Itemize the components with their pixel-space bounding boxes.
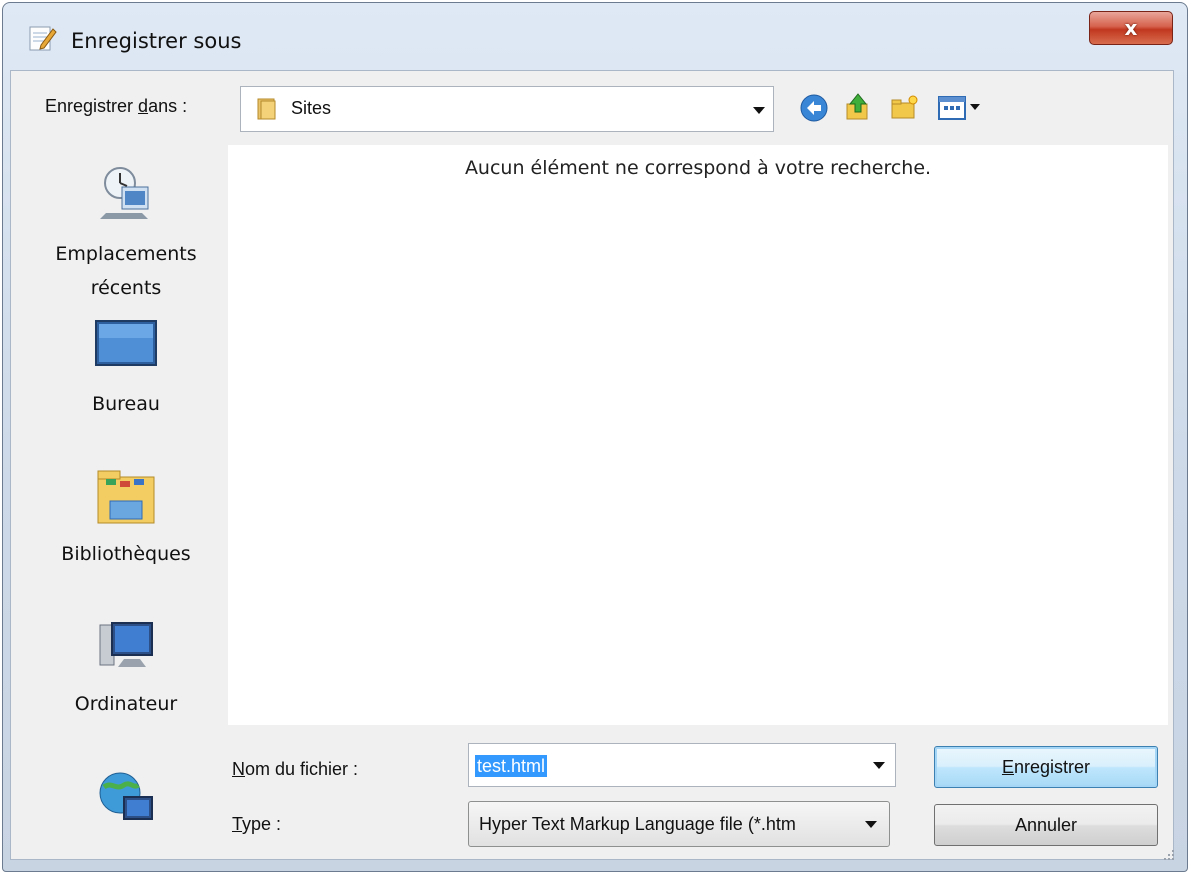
desktop-icon — [95, 320, 157, 366]
place-desktop[interactable]: Bureau — [38, 315, 214, 421]
filename-input[interactable]: test.html — [468, 743, 896, 787]
place-label: Ordinateur — [74, 693, 178, 715]
chevron-down-icon[interactable] — [873, 762, 885, 769]
place-recent[interactable]: Emplacements récents — [38, 161, 214, 305]
recent-places-icon — [100, 167, 149, 219]
location-value: Sites — [291, 98, 332, 118]
title-bar[interactable]: Enregistrer sous x — [3, 3, 1187, 75]
file-type-select[interactable]: Hyper Text Markup Language file (*.htm — [468, 801, 890, 847]
resize-grip-icon[interactable] — [1162, 848, 1176, 862]
save-in-label: Enregistrer dans : — [45, 96, 188, 116]
cancel-button-label: Annuler — [1014, 814, 1078, 835]
location-combo[interactable]: Sites — [240, 86, 774, 132]
save-button[interactable]: Enregistrer — [934, 746, 1158, 788]
notepad-icon — [29, 26, 57, 51]
place-label: récents — [90, 277, 162, 299]
empty-message: Aucun élément ne correspond à votre rech… — [464, 157, 932, 179]
new-folder-icon[interactable] — [888, 92, 920, 124]
chevron-down-icon[interactable] — [865, 821, 877, 828]
window-title: Enregistrer sous — [71, 29, 242, 53]
place-label: Bureau — [92, 393, 160, 415]
chevron-down-icon[interactable] — [753, 107, 765, 114]
places-bar: Emplacements récents Bureau Bibliothèque… — [38, 145, 214, 837]
back-icon[interactable] — [798, 92, 830, 124]
folder-icon — [257, 98, 276, 120]
filename-label: Nom du fichier : — [232, 759, 359, 779]
libraries-icon — [97, 470, 155, 524]
file-type-value: Hyper Text Markup Language file (*.htm — [479, 814, 796, 834]
cancel-button[interactable]: Annuler — [934, 804, 1158, 846]
place-network[interactable] — [38, 767, 214, 835]
close-button[interactable]: x — [1089, 11, 1173, 45]
place-label: Bibliothèques — [61, 543, 191, 565]
view-menu-icon[interactable] — [936, 92, 984, 124]
save-button-label: Enregistrer — [1001, 756, 1091, 777]
file-list[interactable]: Aucun élément ne correspond à votre rech… — [228, 145, 1168, 725]
place-computer[interactable]: Ordinateur — [38, 615, 214, 721]
place-libraries[interactable]: Bibliothèques — [38, 465, 214, 571]
filename-value: test.html — [475, 755, 548, 777]
network-icon — [99, 772, 153, 820]
up-folder-icon[interactable] — [842, 92, 874, 124]
type-label: Type : — [232, 814, 282, 834]
place-label: Emplacements — [55, 243, 197, 265]
computer-icon — [99, 622, 153, 667]
close-icon: x — [1124, 16, 1138, 40]
